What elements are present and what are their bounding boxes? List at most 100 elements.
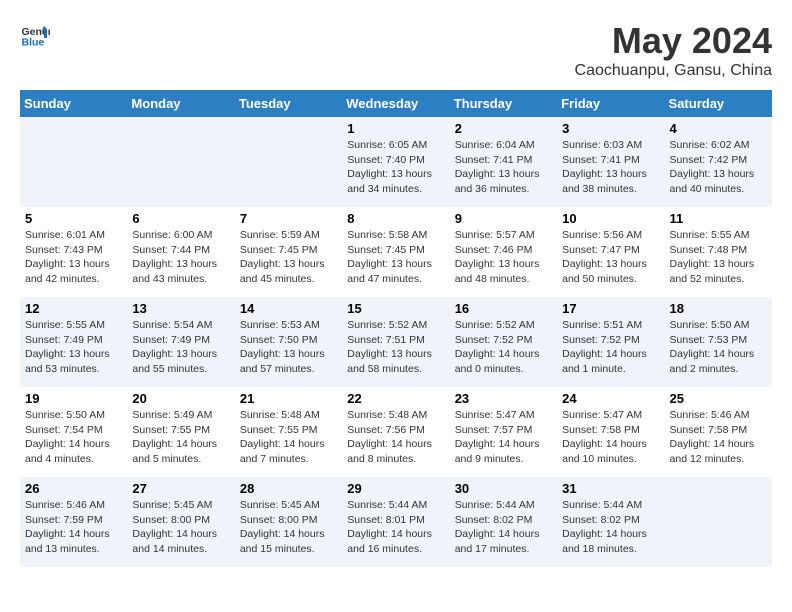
location-title: Caochuanpu, Gansu, China	[575, 62, 772, 80]
calendar-week-row: 5 Sunrise: 6:01 AM Sunset: 7:43 PM Daylig…	[20, 207, 772, 297]
day-number: 12	[25, 301, 122, 316]
day-number: 10	[562, 211, 659, 226]
day-detail: Sunrise: 6:05 AM Sunset: 7:40 PM Dayligh…	[347, 138, 444, 197]
day-detail: Sunrise: 5:48 AM Sunset: 7:56 PM Dayligh…	[347, 408, 444, 467]
calendar-week-row: 1 Sunrise: 6:05 AM Sunset: 7:40 PM Daylig…	[20, 117, 772, 207]
page-header: General Blue May 2024 Caochuanpu, Gansu,…	[20, 20, 772, 80]
calendar-cell: 13Sunrise: 5:54 AM Sunset: 7:49 PM Dayli…	[127, 297, 234, 387]
day-detail: Sunrise: 5:58 AM Sunset: 7:45 PM Dayligh…	[347, 228, 444, 287]
weekday-header-sunday: Sunday	[20, 90, 127, 117]
day-number: 18	[670, 301, 767, 316]
day-number: 24	[562, 391, 659, 406]
day-number: 22	[347, 391, 444, 406]
day-number: 14	[240, 301, 337, 316]
day-number: 15	[347, 301, 444, 316]
logo: General Blue	[20, 20, 50, 50]
calendar-cell	[127, 117, 234, 207]
calendar-cell: 8 Sunrise: 5:58 AM Sunset: 7:45 PM Daylig…	[342, 207, 449, 297]
title-block: May 2024 Caochuanpu, Gansu, China	[575, 20, 772, 80]
calendar-cell: 16 Sunrise: 5:52 AM Sunset: 7:52 PM Dayli…	[450, 297, 557, 387]
day-number: 5	[25, 211, 122, 226]
day-detail: Sunrise: 5:45 AM Sunset: 8:00 PM Dayligh…	[240, 498, 337, 557]
calendar-cell: 4Sunrise: 6:02 AM Sunset: 7:42 PM Daylig…	[665, 117, 772, 207]
calendar-cell	[20, 117, 127, 207]
day-detail: Sunrise: 5:52 AM Sunset: 7:51 PM Dayligh…	[347, 318, 444, 377]
calendar-cell: 28 Sunrise: 5:45 AM Sunset: 8:00 PM Dayli…	[235, 477, 342, 567]
day-detail: Sunrise: 5:50 AM Sunset: 7:53 PM Dayligh…	[670, 318, 767, 377]
calendar-header: SundayMondayTuesdayWednesdayThursdayFrid…	[20, 90, 772, 117]
calendar-cell: 11Sunrise: 5:55 AM Sunset: 7:48 PM Dayli…	[665, 207, 772, 297]
weekday-header-row: SundayMondayTuesdayWednesdayThursdayFrid…	[20, 90, 772, 117]
calendar-cell: 21 Sunrise: 5:48 AM Sunset: 7:55 PM Dayli…	[235, 387, 342, 477]
calendar-cell: 1 Sunrise: 6:05 AM Sunset: 7:40 PM Daylig…	[342, 117, 449, 207]
calendar-cell: 18 Sunrise: 5:50 AM Sunset: 7:53 PM Dayli…	[665, 297, 772, 387]
calendar-cell: 10 Sunrise: 5:56 AM Sunset: 7:47 PM Dayli…	[557, 207, 664, 297]
day-detail: Sunrise: 5:47 AM Sunset: 7:57 PM Dayligh…	[455, 408, 552, 467]
weekday-header-wednesday: Wednesday	[342, 90, 449, 117]
calendar-week-row: 26 Sunrise: 5:46 AM Sunset: 7:59 PM Dayli…	[20, 477, 772, 567]
calendar-cell: 6 Sunrise: 6:00 AM Sunset: 7:44 PM Daylig…	[127, 207, 234, 297]
day-number: 6	[132, 211, 229, 226]
day-number: 16	[455, 301, 552, 316]
day-detail: Sunrise: 5:44 AM Sunset: 8:02 PM Dayligh…	[562, 498, 659, 557]
weekday-header-friday: Friday	[557, 90, 664, 117]
calendar-table: SundayMondayTuesdayWednesdayThursdayFrid…	[20, 90, 772, 567]
weekday-header-monday: Monday	[127, 90, 234, 117]
calendar-cell	[665, 477, 772, 567]
day-detail: Sunrise: 5:56 AM Sunset: 7:47 PM Dayligh…	[562, 228, 659, 287]
calendar-cell: 2Sunrise: 6:04 AM Sunset: 7:41 PM Daylig…	[450, 117, 557, 207]
calendar-cell: 5 Sunrise: 6:01 AM Sunset: 7:43 PM Daylig…	[20, 207, 127, 297]
day-number: 8	[347, 211, 444, 226]
day-number: 30	[455, 481, 552, 496]
calendar-cell: 25 Sunrise: 5:46 AM Sunset: 7:58 PM Dayli…	[665, 387, 772, 477]
day-detail: Sunrise: 5:51 AM Sunset: 7:52 PM Dayligh…	[562, 318, 659, 377]
day-detail: Sunrise: 5:44 AM Sunset: 8:02 PM Dayligh…	[455, 498, 552, 557]
weekday-header-thursday: Thursday	[450, 90, 557, 117]
day-detail: Sunrise: 5:55 AM Sunset: 7:49 PM Dayligh…	[25, 318, 122, 377]
weekday-header-tuesday: Tuesday	[235, 90, 342, 117]
calendar-cell: 23 Sunrise: 5:47 AM Sunset: 7:57 PM Dayli…	[450, 387, 557, 477]
day-number: 17	[562, 301, 659, 316]
day-detail: Sunrise: 5:50 AM Sunset: 7:54 PM Dayligh…	[25, 408, 122, 467]
day-detail: Sunrise: 5:48 AM Sunset: 7:55 PM Dayligh…	[240, 408, 337, 467]
month-title: May 2024	[575, 20, 772, 62]
day-detail: Sunrise: 6:01 AM Sunset: 7:43 PM Dayligh…	[25, 228, 122, 287]
day-number: 26	[25, 481, 122, 496]
day-detail: Sunrise: 5:59 AM Sunset: 7:45 PM Dayligh…	[240, 228, 337, 287]
calendar-week-row: 12 Sunrise: 5:55 AM Sunset: 7:49 PM Dayli…	[20, 297, 772, 387]
calendar-cell: 14 Sunrise: 5:53 AM Sunset: 7:50 PM Dayli…	[235, 297, 342, 387]
calendar-body: 1 Sunrise: 6:05 AM Sunset: 7:40 PM Daylig…	[20, 117, 772, 567]
day-number: 27	[132, 481, 229, 496]
day-number: 3	[562, 121, 659, 136]
day-number: 21	[240, 391, 337, 406]
day-detail: Sunrise: 5:46 AM Sunset: 7:58 PM Dayligh…	[670, 408, 767, 467]
calendar-cell: 9Sunrise: 5:57 AM Sunset: 7:46 PM Daylig…	[450, 207, 557, 297]
svg-text:Blue: Blue	[22, 37, 45, 49]
logo-icon: General Blue	[20, 20, 50, 50]
day-number: 2	[455, 121, 552, 136]
day-detail: Sunrise: 6:03 AM Sunset: 7:41 PM Dayligh…	[562, 138, 659, 197]
calendar-cell: 15 Sunrise: 5:52 AM Sunset: 7:51 PM Dayli…	[342, 297, 449, 387]
day-number: 4	[670, 121, 767, 136]
day-number: 11	[670, 211, 767, 226]
calendar-cell: 29Sunrise: 5:44 AM Sunset: 8:01 PM Dayli…	[342, 477, 449, 567]
calendar-week-row: 19Sunrise: 5:50 AM Sunset: 7:54 PM Dayli…	[20, 387, 772, 477]
calendar-cell: 31 Sunrise: 5:44 AM Sunset: 8:02 PM Dayli…	[557, 477, 664, 567]
day-detail: Sunrise: 5:53 AM Sunset: 7:50 PM Dayligh…	[240, 318, 337, 377]
calendar-cell: 3 Sunrise: 6:03 AM Sunset: 7:41 PM Daylig…	[557, 117, 664, 207]
day-number: 31	[562, 481, 659, 496]
calendar-cell: 12 Sunrise: 5:55 AM Sunset: 7:49 PM Dayli…	[20, 297, 127, 387]
calendar-cell: 7Sunrise: 5:59 AM Sunset: 7:45 PM Daylig…	[235, 207, 342, 297]
day-number: 23	[455, 391, 552, 406]
calendar-cell	[235, 117, 342, 207]
day-detail: Sunrise: 5:44 AM Sunset: 8:01 PM Dayligh…	[347, 498, 444, 557]
calendar-cell: 19Sunrise: 5:50 AM Sunset: 7:54 PM Dayli…	[20, 387, 127, 477]
day-detail: Sunrise: 5:46 AM Sunset: 7:59 PM Dayligh…	[25, 498, 122, 557]
day-number: 25	[670, 391, 767, 406]
day-detail: Sunrise: 5:47 AM Sunset: 7:58 PM Dayligh…	[562, 408, 659, 467]
day-number: 1	[347, 121, 444, 136]
day-detail: Sunrise: 5:52 AM Sunset: 7:52 PM Dayligh…	[455, 318, 552, 377]
day-detail: Sunrise: 5:57 AM Sunset: 7:46 PM Dayligh…	[455, 228, 552, 287]
day-number: 28	[240, 481, 337, 496]
day-detail: Sunrise: 6:00 AM Sunset: 7:44 PM Dayligh…	[132, 228, 229, 287]
